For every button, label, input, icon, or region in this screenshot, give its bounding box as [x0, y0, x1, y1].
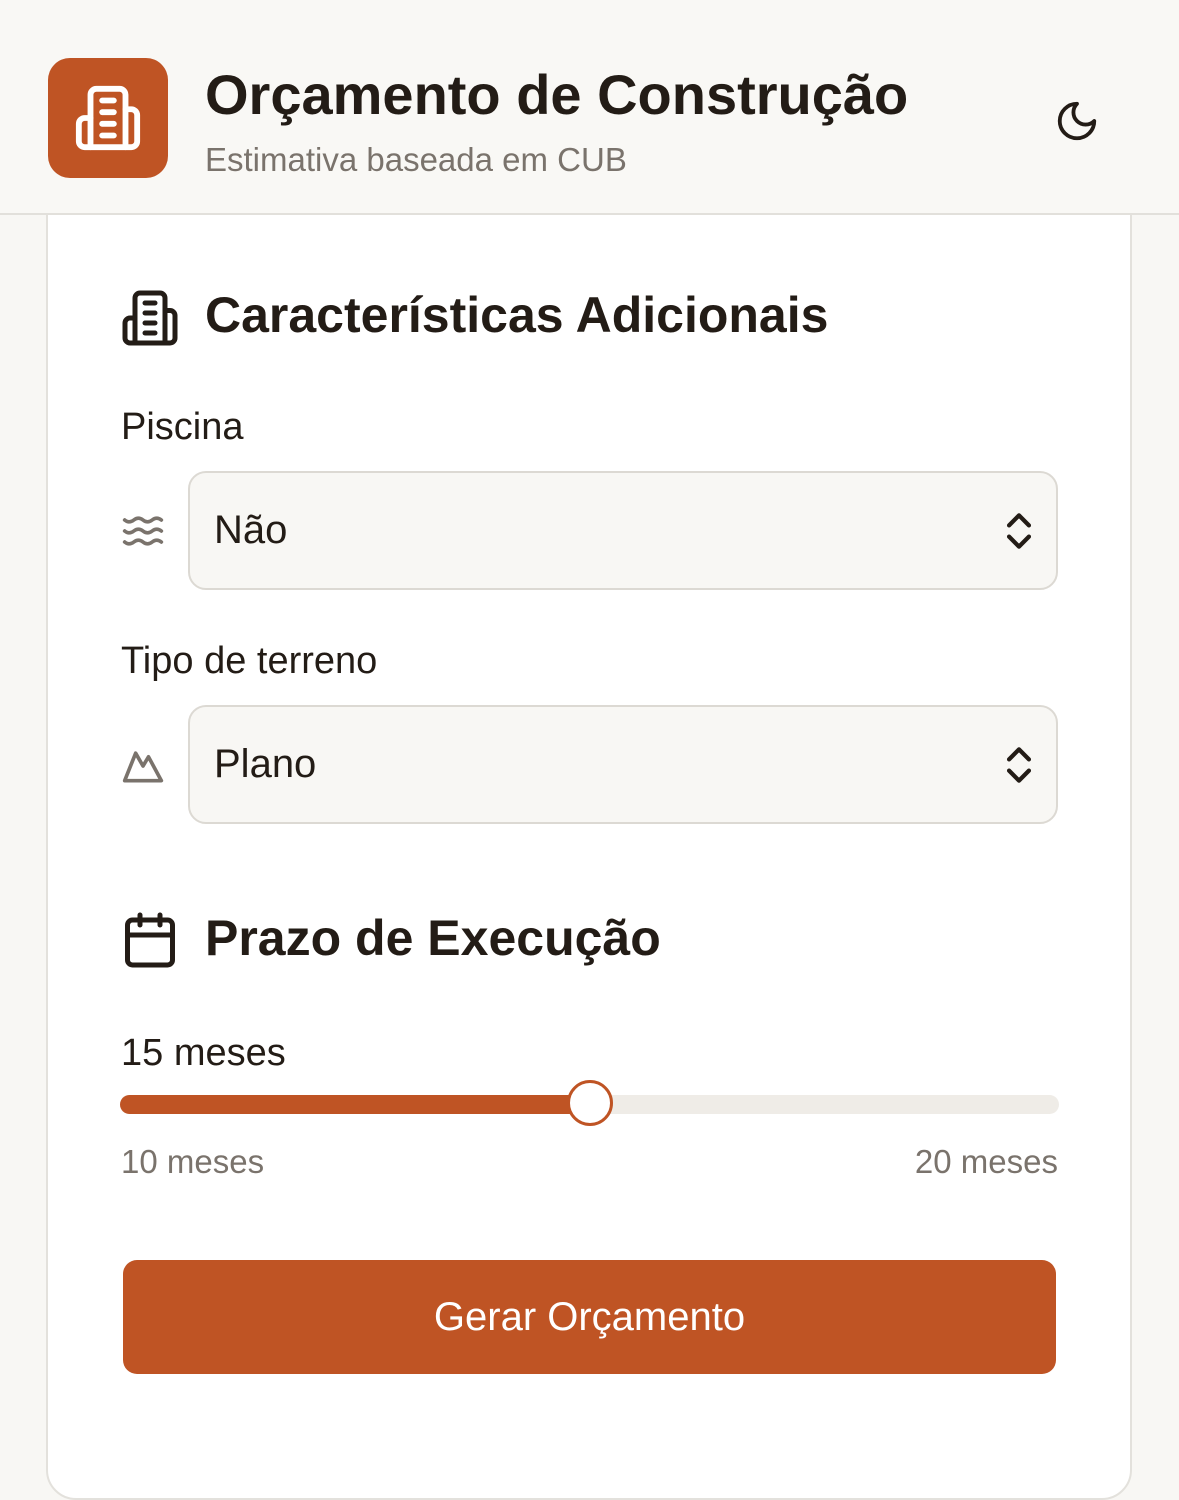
app-header: Orçamento de Construção Estimativa basea… — [0, 0, 1179, 215]
duration-min-label: 10 meses — [121, 1143, 265, 1180]
calendar-icon — [125, 912, 175, 968]
app-subtitle: Estimativa baseada em CUB — [205, 141, 627, 178]
pool-field-icon — [120, 508, 166, 554]
terrain-field-icon — [120, 743, 166, 789]
generate-budget-button[interactable]: Gerar Orçamento — [123, 1260, 1056, 1374]
pool-label: Piscina — [121, 406, 244, 448]
duration-slider-thumb[interactable] — [566, 1080, 613, 1126]
waves-icon — [122, 516, 164, 546]
section-title-additional: Características Adicionais — [205, 287, 829, 343]
duration-slider[interactable] — [120, 1080, 1059, 1126]
section-icon-additional — [120, 288, 180, 348]
duration-slider-fill — [120, 1095, 590, 1114]
mountain-icon — [122, 751, 164, 783]
terrain-label: Tipo de terreno — [121, 640, 378, 682]
chevron-up-down-icon — [1006, 513, 1032, 549]
terrain-select-value: Plano — [214, 742, 317, 786]
duration-value: 15 meses — [121, 1032, 286, 1074]
chevron-up-down-icon — [1006, 747, 1032, 783]
building-icon — [75, 85, 141, 151]
terrain-select[interactable]: Plano — [188, 705, 1058, 824]
app-title: Orçamento de Construção — [205, 63, 909, 126]
building-icon — [122, 290, 178, 346]
moon-icon — [1057, 101, 1097, 141]
section-title-schedule: Prazo de Execução — [205, 910, 661, 966]
duration-max-label: 20 meses — [914, 1143, 1058, 1180]
theme-toggle-button[interactable] — [1048, 92, 1106, 150]
pool-select-value: Não — [214, 508, 288, 552]
section-icon-schedule — [120, 910, 180, 970]
app-logo — [48, 58, 168, 178]
pool-select[interactable]: Não — [188, 471, 1058, 590]
